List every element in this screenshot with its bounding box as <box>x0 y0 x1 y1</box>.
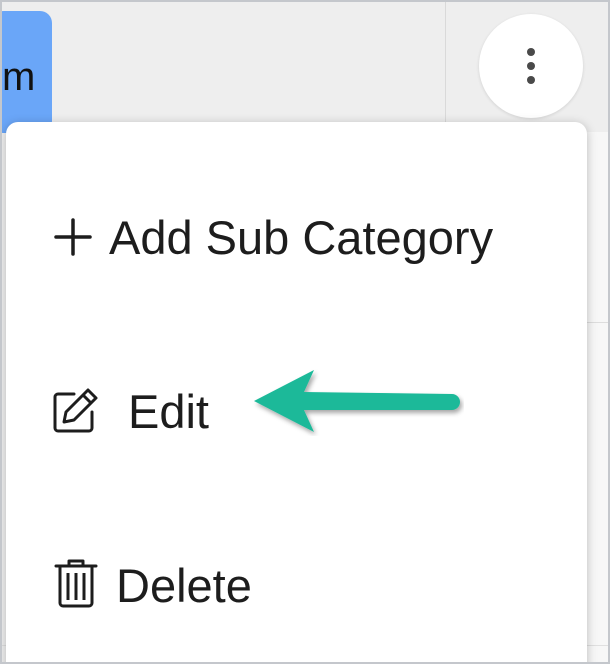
menu-item-label: Add Sub Category <box>109 211 494 264</box>
menu-item-delete[interactable]: Delete <box>6 526 587 636</box>
partial-primary-button[interactable]: m <box>2 11 52 133</box>
menu-item-add-sub-category[interactable]: Add Sub Category <box>6 182 587 292</box>
background-divider <box>587 322 608 323</box>
more-vertical-icon-dot-1 <box>527 48 535 56</box>
menu-item-label: Delete <box>116 559 252 612</box>
more-vertical-icon-dot-3 <box>527 76 535 84</box>
more-vertical-icon-dot-2 <box>527 62 535 70</box>
screenshot-frame: m Add Sub Category Edit Delete <box>0 0 610 664</box>
background-panel <box>587 132 608 662</box>
more-options-button[interactable] <box>479 14 583 118</box>
menu-item-label: Edit <box>128 385 209 438</box>
trash-icon <box>54 559 98 608</box>
annotation-arrow-icon <box>254 370 460 432</box>
plus-icon <box>54 218 92 256</box>
partial-primary-button-label: m <box>2 55 36 99</box>
toolbar-divider <box>445 2 446 132</box>
edit-icon <box>53 388 98 433</box>
